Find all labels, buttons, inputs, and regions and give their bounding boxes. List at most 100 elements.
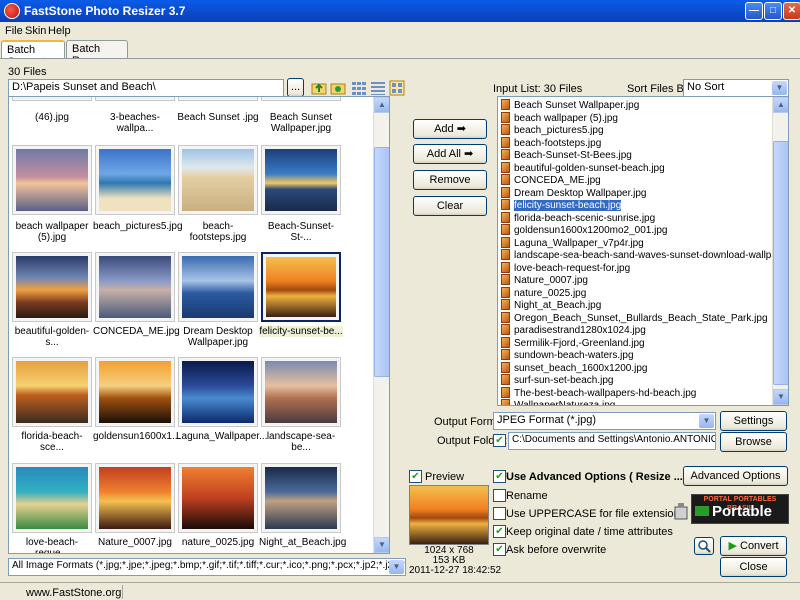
list-item[interactable]: Nature_0007.jpg bbox=[501, 274, 588, 286]
list-item[interactable]: Beach Sunset Wallpaper.jpg bbox=[501, 99, 639, 111]
menu-skin[interactable]: Skin bbox=[25, 25, 46, 37]
advanced-options-button[interactable]: Advanced Options bbox=[683, 466, 788, 486]
image-file-icon bbox=[501, 374, 510, 385]
list-item[interactable]: landscape-sea-beach-sand-waves-sunset-do… bbox=[501, 249, 788, 261]
title-bar[interactable]: FastStone Photo Resizer 3.7 — □ ✕ bbox=[0, 0, 800, 22]
clear-button[interactable]: Clear bbox=[413, 196, 487, 216]
sort-select[interactable]: No Sort ▼ bbox=[683, 79, 789, 97]
list-item[interactable]: beach-footsteps.jpg bbox=[501, 136, 601, 149]
list-item[interactable]: beach wallpaper (5).jpg bbox=[501, 111, 618, 124]
scroll-up-icon[interactable]: ▲ bbox=[773, 97, 788, 113]
list-item[interactable]: Beach-Sunset-St-Bees.jpg bbox=[501, 149, 632, 161]
close-window-button[interactable]: ✕ bbox=[783, 2, 800, 20]
thumbnail-scrollbar[interactable]: ▲ ▼ bbox=[373, 97, 389, 553]
small-thumbnails-icon[interactable] bbox=[351, 80, 367, 96]
rename-checkbox[interactable] bbox=[493, 489, 506, 502]
thumbnail[interactable] bbox=[12, 97, 92, 101]
preview-checkbox[interactable]: ✔ bbox=[409, 470, 422, 483]
advanced-options-checkbox[interactable]: ✔ bbox=[493, 470, 506, 483]
thumbnail[interactable] bbox=[95, 463, 175, 533]
list-item[interactable]: Laguna_Wallpaper_v7p4r.jpg bbox=[501, 236, 644, 249]
input-list-scrollbar[interactable]: ▲ ▼ bbox=[772, 97, 788, 405]
chevron-down-icon[interactable]: ▼ bbox=[389, 560, 404, 574]
scrollbar-thumb[interactable] bbox=[374, 147, 389, 377]
thumbnail[interactable] bbox=[95, 97, 175, 101]
large-thumbnails-icon[interactable] bbox=[389, 80, 405, 96]
thumbnail[interactable] bbox=[261, 463, 341, 533]
thumbnail-selected[interactable] bbox=[261, 252, 341, 322]
output-format-select[interactable]: JPEG Format (*.jpg) ▼ bbox=[493, 412, 716, 430]
convert-button[interactable]: ▶ Convert bbox=[720, 536, 787, 556]
browse-folder-button[interactable]: ... bbox=[287, 78, 304, 97]
ask-overwrite-checkbox[interactable]: ✔ bbox=[493, 543, 506, 556]
list-item[interactable]: Dream Desktop Wallpaper.jpg bbox=[501, 186, 646, 199]
output-folder-checkbox[interactable]: ✔ bbox=[493, 434, 506, 447]
uppercase-checkbox[interactable] bbox=[493, 507, 506, 520]
list-item[interactable]: paradisestrand1280x1024.jpg bbox=[501, 324, 646, 336]
input-file-list[interactable]: Beach Sunset Wallpaper.jpg beach wallpape… bbox=[497, 96, 789, 406]
list-item[interactable]: Sermilik-Fjord,-Greenland.jpg bbox=[501, 336, 645, 349]
browse-output-button[interactable]: Browse bbox=[720, 432, 787, 452]
thumbnail[interactable] bbox=[12, 252, 92, 322]
chevron-down-icon[interactable]: ▼ bbox=[772, 81, 787, 95]
minimize-button[interactable]: — bbox=[745, 2, 763, 20]
file-filter-select[interactable]: All Image Formats (*.jpg;*.jpe;*.jpeg;*.… bbox=[8, 558, 406, 576]
list-item[interactable]: WallpaperNatureza.jpg bbox=[501, 399, 615, 405]
thumbnail[interactable] bbox=[12, 145, 92, 215]
thumbnail[interactable] bbox=[95, 145, 175, 215]
thumbnail[interactable] bbox=[178, 463, 258, 533]
list-item[interactable]: sundown-beach-waters.jpg bbox=[501, 349, 634, 361]
scrollbar-thumb[interactable] bbox=[773, 141, 788, 385]
menu-help[interactable]: Help bbox=[48, 25, 71, 37]
thumbnail[interactable] bbox=[95, 252, 175, 322]
thumbnail[interactable] bbox=[178, 252, 258, 322]
scroll-down-icon[interactable]: ▼ bbox=[374, 537, 389, 553]
list-item[interactable]: beach_pictures5.jpg bbox=[501, 124, 604, 136]
tab-batch-convert[interactable]: Batch Convert bbox=[1, 40, 65, 68]
add-all-button[interactable]: Add All ➡ bbox=[413, 144, 487, 164]
menu-file[interactable]: File bbox=[5, 25, 23, 37]
thumbnail[interactable] bbox=[261, 97, 341, 101]
thumbnail[interactable] bbox=[261, 145, 341, 215]
thumbnail[interactable] bbox=[12, 357, 92, 427]
list-item[interactable]: CONCEDA_ME.jpg bbox=[501, 174, 601, 186]
close-button[interactable]: Close bbox=[720, 557, 787, 577]
thumbnail[interactable] bbox=[178, 357, 258, 427]
folder-up-icon[interactable] bbox=[311, 80, 327, 96]
settings-button[interactable]: Settings bbox=[720, 411, 787, 431]
favorite-folder-icon[interactable] bbox=[330, 80, 346, 96]
chevron-down-icon[interactable]: ▼ bbox=[699, 414, 714, 428]
list-item[interactable]: nature_0025.jpg bbox=[501, 286, 586, 299]
list-item[interactable]: Night_at_Beach.jpg bbox=[501, 299, 601, 311]
thumbnail[interactable] bbox=[95, 357, 175, 427]
output-folder-input[interactable]: C:\Documents and Settings\Antonio.ANTONI… bbox=[508, 432, 716, 450]
list-item[interactable]: goldensun1600x1200mo2_001.jpg bbox=[501, 224, 667, 236]
list-view-icon[interactable] bbox=[370, 80, 386, 96]
remove-button[interactable]: Remove bbox=[413, 170, 487, 190]
scroll-up-icon[interactable]: ▲ bbox=[374, 97, 389, 113]
image-file-icon bbox=[501, 186, 510, 198]
brazil-flag-icon bbox=[695, 506, 709, 516]
list-item[interactable]: Oregon_Beach_Sunset,_Bullards_Beach_Stat… bbox=[501, 311, 768, 324]
thumbnail[interactable] bbox=[178, 145, 258, 215]
preview-zoom-button[interactable] bbox=[694, 537, 714, 555]
image-file-icon bbox=[501, 399, 510, 405]
thumbnail[interactable] bbox=[178, 97, 258, 101]
thumbnail-browser[interactable]: (46).jpg 3-beaches-wallpa... Beach Sunse… bbox=[8, 96, 390, 554]
status-site: www.FastStone.org bbox=[26, 587, 122, 599]
list-item[interactable]: The-best-beach-wallpapers-hd-beach.jpg bbox=[501, 386, 696, 399]
list-item[interactable]: surf-sun-set-beach.jpg bbox=[501, 374, 614, 386]
list-item[interactable]: beautiful-golden-sunset-beach.jpg bbox=[501, 161, 665, 174]
maximize-button[interactable]: □ bbox=[764, 2, 782, 20]
list-item[interactable]: florida-beach-scenic-sunrise.jpg bbox=[501, 211, 655, 224]
keep-date-checkbox[interactable]: ✔ bbox=[493, 525, 506, 538]
list-item[interactable]: love-beach-request-for.jpg bbox=[501, 261, 630, 274]
scroll-down-icon[interactable]: ▼ bbox=[773, 389, 788, 405]
thumbnail[interactable] bbox=[261, 357, 341, 427]
list-item-selected[interactable]: felicity-sunset-beach.jpg bbox=[501, 199, 622, 211]
add-button[interactable]: Add ➡ bbox=[413, 119, 487, 139]
folder-path-input[interactable]: D:\Papeis Sunset and Beach\ bbox=[8, 79, 284, 97]
thumbnail[interactable] bbox=[12, 463, 92, 533]
tab-batch-rename[interactable]: Batch Rename bbox=[66, 40, 128, 67]
list-item[interactable]: sunset_beach_1600x1200.jpg bbox=[501, 361, 647, 374]
